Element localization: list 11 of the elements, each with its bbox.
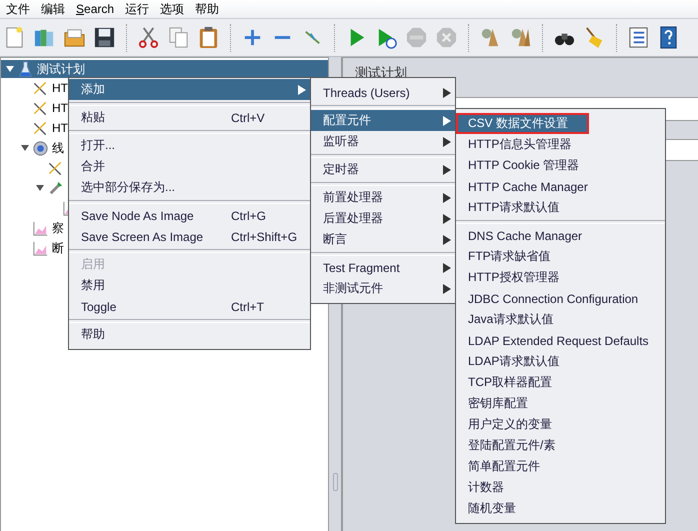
tree-item-label: 测试计划 xyxy=(37,60,85,78)
shortcut-label: Ctrl+V xyxy=(231,110,266,124)
tree-item-label: 断 xyxy=(52,240,64,256)
shortcut-label: Ctrl+G xyxy=(231,208,268,222)
shortcut-label: Ctrl+Shift+G xyxy=(231,230,298,244)
tree-item-label: 察 xyxy=(52,220,64,236)
tree-item-label: 线 xyxy=(52,140,64,156)
tree-item-label: HT xyxy=(52,121,68,135)
tree-item-label: HT xyxy=(52,81,68,95)
shortcut-label: Ctrl+T xyxy=(231,300,265,314)
tree-item-label: HT xyxy=(52,101,68,115)
